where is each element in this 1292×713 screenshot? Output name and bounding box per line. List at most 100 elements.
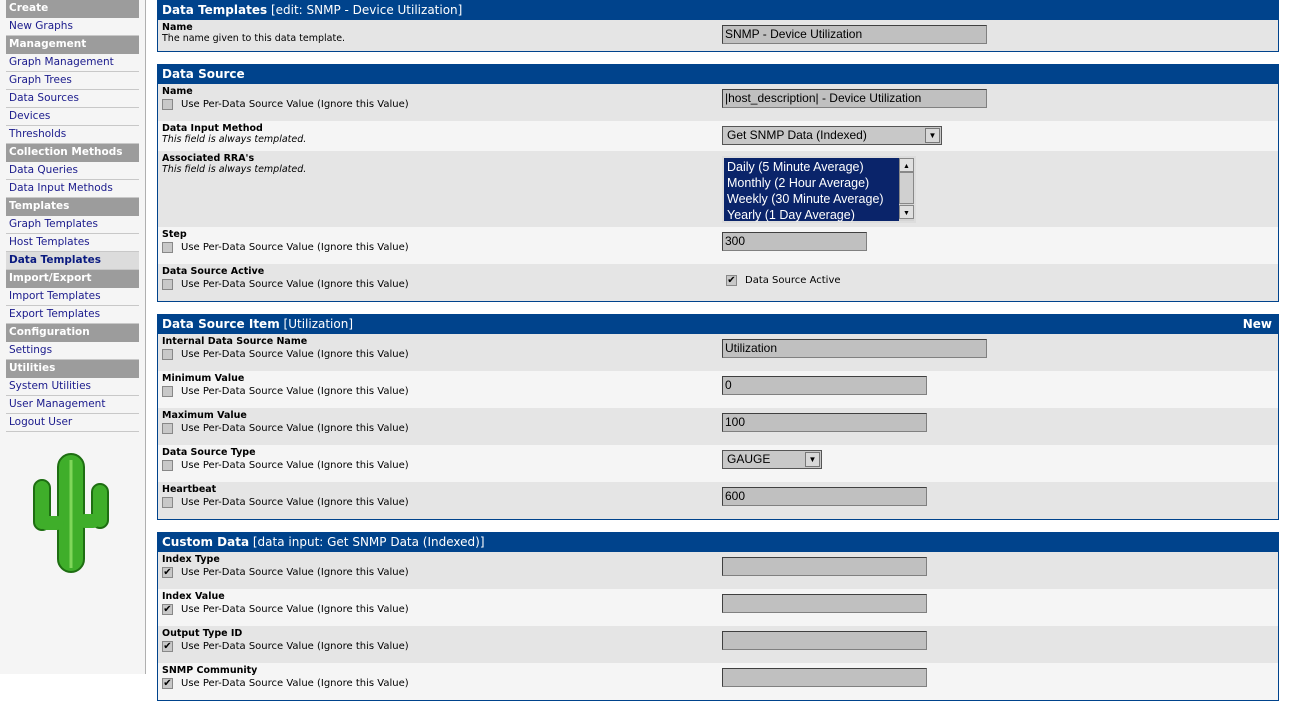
new-button[interactable]: New: [1243, 317, 1272, 331]
index-type-input[interactable]: [722, 557, 927, 576]
override-checkbox[interactable]: [162, 386, 173, 397]
field-control: Get SNMP Data (Indexed) ▼: [722, 126, 942, 145]
maximum-value-input[interactable]: 100: [722, 413, 927, 432]
sidebar-item-new-graphs[interactable]: New Graphs: [6, 18, 139, 36]
sidebar-item-host-templates[interactable]: Host Templates: [6, 234, 139, 252]
per-data-source-override: ✔ Use Per-Data Source Value (Ignore this …: [162, 678, 1274, 689]
scroll-thumb[interactable]: [899, 172, 914, 204]
panel-title: Custom Data: [162, 535, 250, 549]
sidebar-item-data-input-methods[interactable]: Data Input Methods: [6, 180, 139, 198]
sidebar-item-graph-templates[interactable]: Graph Templates: [6, 216, 139, 234]
form-row-data-source-type: Data Source Type Use Per-Data Source Valu…: [158, 445, 1278, 482]
per-data-source-override: Use Per-Data Source Value (Ignore this V…: [162, 349, 1274, 360]
name-input[interactable]: |host_description| - Device Utilization: [722, 89, 987, 108]
override-checkbox[interactable]: [162, 423, 173, 434]
form-row-snmp-community: SNMP Community ✔ Use Per-Data Source Value…: [158, 663, 1278, 700]
field-label: Data Input Method: [162, 123, 263, 134]
form-row-index-value: Index Value ✔ Use Per-Data Source Value (I…: [158, 589, 1278, 626]
sidebar-item-logout-user[interactable]: Logout User: [6, 414, 139, 432]
field-label: Index Type: [162, 554, 220, 565]
sidebar-item-system-utilities[interactable]: System Utilities: [6, 378, 139, 396]
override-checkbox[interactable]: ✔: [162, 604, 173, 615]
sidebar-item-devices[interactable]: Devices: [6, 108, 139, 126]
override-checkbox[interactable]: [162, 99, 173, 110]
sidebar-section-templates: Templates: [6, 198, 139, 216]
field-control: Daily (5 Minute Average) Monthly (2 Hour …: [722, 156, 916, 223]
form-row-internal-data-source-name: Internal Data Source Name Use Per-Data So…: [158, 334, 1278, 371]
override-checkbox[interactable]: [162, 460, 173, 471]
panel-title: Data Templates: [162, 3, 268, 17]
override-checkbox[interactable]: [162, 497, 173, 508]
heartbeat-input[interactable]: 600: [722, 487, 927, 506]
step-input[interactable]: 300: [722, 232, 867, 251]
sidebar-item-settings[interactable]: Settings: [6, 342, 139, 360]
field-label: Data Source Active: [162, 266, 265, 277]
sidebar-item-user-management[interactable]: User Management: [6, 396, 139, 414]
override-label: Use Per-Data Source Value (Ignore this V…: [181, 279, 409, 290]
snmp-community-input[interactable]: [722, 668, 927, 687]
override-label: Use Per-Data Source Value (Ignore this V…: [181, 460, 409, 471]
per-data-source-override: ✔ Use Per-Data Source Value (Ignore this …: [162, 641, 1274, 652]
panel-subtitle: [edit: SNMP - Device Utilization]: [270, 3, 463, 17]
output-type-id-input[interactable]: [722, 631, 927, 650]
selected-value: Get SNMP Data (Indexed): [727, 128, 867, 142]
sidebar-item-data-sources[interactable]: Data Sources: [6, 90, 139, 108]
listbox-option[interactable]: Weekly (30 Minute Average): [727, 191, 911, 207]
field-label: Heartbeat: [162, 484, 217, 495]
override-checkbox[interactable]: [162, 242, 173, 253]
listbox-option[interactable]: Monthly (2 Hour Average): [727, 175, 911, 191]
data-source-active-field: ✔ Data Source Active: [726, 275, 841, 286]
panel-subtitle: [data input: Get SNMP Data (Indexed)]: [252, 535, 485, 549]
sidebar-item-import-templates[interactable]: Import Templates: [6, 288, 139, 306]
field-label: Associated RRA's: [162, 153, 255, 164]
index-value-input[interactable]: [722, 594, 927, 613]
data-input-method-select[interactable]: Get SNMP Data (Indexed) ▼: [722, 126, 942, 145]
rra-listbox[interactable]: Daily (5 Minute Average) Monthly (2 Hour …: [722, 156, 916, 223]
scrollbar[interactable]: ▲ ▼: [899, 158, 914, 221]
sidebar-item-graph-trees[interactable]: Graph Trees: [6, 72, 139, 90]
listbox-option[interactable]: Daily (5 Minute Average): [727, 159, 911, 175]
override-checkbox[interactable]: ✔: [162, 641, 173, 652]
field-control: SNMP - Device Utilization: [722, 25, 987, 44]
cactus-logo: [33, 453, 109, 573]
form-row-heartbeat: Heartbeat Use Per-Data Source Value (Igno…: [158, 482, 1278, 519]
listbox-option[interactable]: Yearly (1 Day Average): [727, 207, 911, 223]
panel-custom-data: Custom Data [data input: Get SNMP Data (…: [157, 532, 1279, 701]
override-label: Use Per-Data Source Value (Ignore this V…: [181, 386, 409, 397]
override-label: Use Per-Data Source Value (Ignore this V…: [181, 641, 409, 652]
override-checkbox[interactable]: ✔: [162, 678, 173, 689]
minimum-value-input[interactable]: 0: [722, 376, 927, 395]
form-row-output-type-id: Output Type ID ✔ Use Per-Data Source Value…: [158, 626, 1278, 663]
per-data-source-override: Use Per-Data Source Value (Ignore this V…: [162, 99, 1274, 110]
name-input[interactable]: SNMP - Device Utilization: [722, 25, 987, 44]
panel-data-source: Data Source Name Use Per-Data Source Value…: [157, 64, 1279, 302]
field-label: Index Value: [162, 591, 225, 602]
field-label: SNMP Community: [162, 665, 258, 676]
field-label: Output Type ID: [162, 628, 243, 639]
scroll-up-icon[interactable]: ▲: [899, 158, 914, 172]
sidebar-section-import-export: Import/Export: [6, 270, 139, 288]
internal-data-source-name-input[interactable]: Utilization: [722, 339, 987, 358]
form-row-data-input-method: Data Input Method This field is always te…: [158, 121, 1278, 151]
sidebar-item-data-queries[interactable]: Data Queries: [6, 162, 139, 180]
override-checkbox[interactable]: [162, 279, 173, 290]
override-checkbox[interactable]: [162, 349, 173, 360]
main-content: Data Templates [edit: SNMP - Device Util…: [157, 0, 1279, 713]
data-source-active-checkbox[interactable]: ✔: [726, 275, 737, 286]
field-control: [722, 631, 927, 650]
scroll-down-icon[interactable]: ▼: [899, 205, 914, 219]
field-control: |host_description| - Device Utilization: [722, 89, 987, 108]
data-source-type-select[interactable]: GAUGE ▼: [722, 450, 822, 469]
sidebar-item-graph-management[interactable]: Graph Management: [6, 54, 139, 72]
override-label: Use Per-Data Source Value (Ignore this V…: [181, 99, 409, 110]
sidebar-item-thresholds[interactable]: Thresholds: [6, 126, 139, 144]
sidebar-section-configuration: Configuration: [6, 324, 139, 342]
field-control: 600: [722, 487, 927, 506]
field-label: Internal Data Source Name: [162, 336, 308, 347]
sidebar-item-data-templates[interactable]: Data Templates: [6, 252, 139, 270]
sidebar-section-management: Management: [6, 36, 139, 54]
override-checkbox[interactable]: ✔: [162, 567, 173, 578]
panel-title: Data Source: [162, 67, 245, 81]
sidebar-item-export-templates[interactable]: Export Templates: [6, 306, 139, 324]
per-data-source-override: Use Per-Data Source Value (Ignore this V…: [162, 497, 1274, 508]
